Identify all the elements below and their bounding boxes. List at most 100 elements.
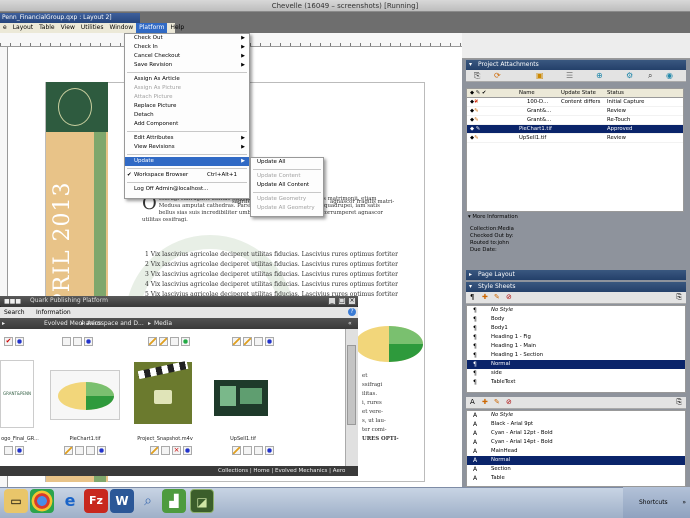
blank-icon[interactable] (86, 446, 95, 455)
checkout-icon[interactable] (62, 337, 71, 346)
edit-icon[interactable] (148, 337, 157, 346)
asset-thumbnail[interactable]: GRANT&PENN (0, 360, 34, 428)
qpp-title-bar[interactable]: Quark Publishing Platform (0, 296, 358, 306)
asset-thumbnail[interactable] (214, 380, 268, 416)
table-row[interactable]: ◆ ✎ PieChart1.tif Approved (467, 125, 683, 134)
edit-icon[interactable]: ✎ (494, 398, 500, 406)
style-item[interactable]: A Black - Arial 9pt (467, 420, 685, 429)
style-item[interactable]: A Cyan - Arial 14pt - Bold (467, 438, 685, 447)
column-header-update-state[interactable]: Update State (561, 89, 596, 98)
style-item[interactable]: A Section (467, 465, 685, 474)
menu-item-edit-attributes[interactable]: Edit Attributes ▶ (125, 134, 249, 143)
menu-item-update[interactable]: Update ▶ (125, 157, 249, 166)
breadcrumb-item[interactable]: Aerospace and D... (87, 318, 144, 329)
menu-layout[interactable]: Layout (10, 23, 36, 33)
style-item[interactable]: A Table (467, 474, 685, 483)
delete-icon[interactable]: ⊘ (506, 398, 512, 406)
help-icon[interactable]: ? (348, 308, 356, 316)
breadcrumb-item[interactable]: Media (154, 318, 172, 329)
blank-icon[interactable] (75, 446, 84, 455)
project-attachments-header[interactable]: ▾ Project Attachments (466, 60, 686, 70)
close-button[interactable]: × (348, 297, 356, 305)
quarkxpress-icon[interactable]: ◪ (190, 489, 214, 513)
column-header-status[interactable]: Status (607, 89, 624, 98)
new-style-icon[interactable]: ✚ (482, 293, 488, 301)
style-item[interactable]: ¶ Heading 1 - Main (467, 342, 685, 351)
menu-window[interactable]: Window (106, 23, 136, 33)
menu-item-save-revision[interactable]: Save Revision ▶ (125, 61, 249, 70)
blank-icon[interactable] (254, 446, 263, 455)
menu-view[interactable]: View (58, 23, 78, 33)
menu-item-check-out[interactable]: Check Out ▶ (125, 34, 249, 43)
new-style-icon[interactable]: ✚ (482, 398, 488, 406)
style-item[interactable]: ¶ Heading 1 - Fig (467, 333, 685, 342)
menu-item-check-in[interactable]: Check In ▶ (125, 43, 249, 52)
style-item[interactable]: A Cyan - Arial 12pt - Bold (467, 429, 685, 438)
style-item[interactable]: ¶ Body1 (467, 324, 685, 333)
menu-item-view-revisions[interactable]: View Revisions ▶ (125, 143, 249, 152)
style-item[interactable]: A Normal (467, 456, 685, 465)
menu-item-log-off[interactable]: Log Off Admin@localhost... (125, 185, 249, 194)
filezilla-icon[interactable]: Fz (84, 489, 108, 513)
edit-icon[interactable] (64, 446, 73, 455)
scrollbar-thumb[interactable] (347, 345, 356, 425)
edit-icon[interactable] (159, 337, 168, 346)
edit-icon[interactable] (232, 337, 241, 346)
remove-icon[interactable]: ✔ (4, 337, 13, 346)
settings-icon[interactable]: ⚙ (626, 71, 633, 80)
menu-edit[interactable]: e (0, 23, 10, 33)
menu-item-update-all-content[interactable]: Update All Content (251, 181, 323, 190)
edit-icon[interactable]: ✎ (494, 293, 500, 301)
lock-icon[interactable] (73, 337, 82, 346)
column-header-name[interactable]: Name (519, 89, 535, 98)
search-icon[interactable]: ⌕ (648, 71, 652, 81)
style-item[interactable]: ¶ TableText (467, 378, 685, 387)
menu-item-add-component[interactable]: Add Component (125, 120, 249, 129)
minimize-button[interactable]: _ (328, 297, 336, 305)
delete-icon[interactable]: ⊘ (506, 293, 512, 301)
remove-icon[interactable]: × (172, 446, 181, 455)
right-column-text[interactable]: et ssifragi ilitas. i, rures et vere- s,… (362, 372, 422, 444)
internet-explorer-icon[interactable]: e (58, 489, 82, 513)
copy-icon[interactable]: ⎘ (676, 398, 682, 407)
menu-utilities[interactable]: Utilities (78, 23, 107, 33)
menu-search[interactable]: Search (4, 307, 25, 318)
menu-item-update-all[interactable]: Update All (251, 158, 323, 167)
list-icon[interactable]: ☰ (566, 71, 573, 80)
edit-icon[interactable] (243, 337, 252, 346)
checkout-icon[interactable] (4, 446, 13, 455)
numbered-list[interactable]: 1 Vix lascivius agricolae deciperet util… (145, 250, 405, 300)
blank-icon[interactable] (243, 446, 252, 455)
chart-icon[interactable]: ▟ (162, 489, 186, 513)
table-row[interactable]: ◆ ✎ Grant&... Re-Touch (467, 116, 683, 125)
more-info-header[interactable]: ▾ More Information (466, 214, 684, 220)
menu-item-workspace-browser[interactable]: ✔ Workspace Browser Ctrl+Alt+1 (125, 171, 249, 180)
page-layout-header[interactable]: ▸ Page Layout (466, 270, 686, 280)
menu-help[interactable]: Help (167, 23, 187, 33)
refresh-icon[interactable]: ⟳ (494, 71, 501, 80)
menu-item-cancel-checkout[interactable]: Cancel Checkout ▶ (125, 52, 249, 61)
status-breadcrumb[interactable]: Collections | Home | Evolved Mechanics |… (218, 466, 345, 476)
table-row[interactable]: ◆ ✎ ✔ 100-D... Content differs Initial C… (467, 98, 683, 107)
style-item[interactable]: ¶ Body (467, 315, 685, 324)
copy-icon[interactable]: ⎘ (676, 293, 682, 302)
folder-icon[interactable]: ▣ (536, 71, 544, 80)
asset-thumbnail[interactable] (134, 360, 192, 424)
style-item[interactable]: A No Style (467, 411, 685, 420)
edit-icon[interactable] (150, 446, 159, 455)
maximize-button[interactable]: □ (338, 297, 346, 305)
blank-icon[interactable] (170, 337, 179, 346)
pie-chart-picture[interactable] (352, 320, 426, 368)
style-sheets-header[interactable]: ▾ Style Sheets (466, 282, 686, 292)
folder-icon[interactable]: ▭ (4, 489, 28, 513)
attach-icon[interactable]: ⊕ (596, 71, 603, 80)
asset-thumbnail[interactable] (50, 370, 120, 420)
menu-item-replace-picture[interactable]: Replace Picture (125, 102, 249, 111)
chrome-icon[interactable] (30, 489, 54, 513)
menu-table[interactable]: Table (36, 23, 58, 33)
collapse-icon[interactable]: « (348, 318, 352, 329)
table-row[interactable]: ◆ ✎ UpSell1.tif Review (467, 134, 683, 143)
style-item[interactable]: ¶ side (467, 369, 685, 378)
blank-icon[interactable] (254, 337, 263, 346)
style-item[interactable]: ¶ No Style (467, 306, 685, 315)
